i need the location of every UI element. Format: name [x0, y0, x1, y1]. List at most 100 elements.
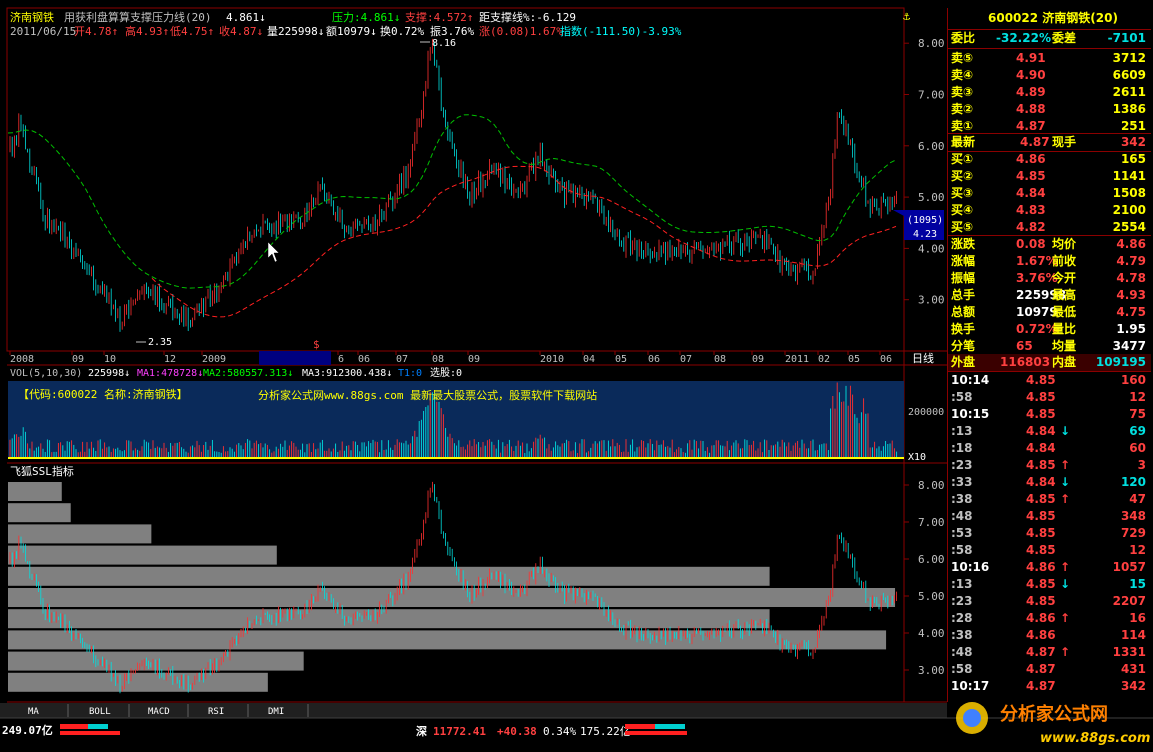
tab-ma[interactable]: MA	[28, 707, 39, 717]
index-pct: 0.34%	[543, 725, 576, 738]
time-tick: 05	[615, 354, 627, 365]
ssl-title: 飞狐SSL指标	[10, 464, 74, 478]
ssl-axis-tick: 7.00	[918, 516, 945, 529]
time-tick: 2010	[540, 354, 564, 365]
ssl-bar	[8, 545, 277, 565]
distance-value: 距支撑线%:-6.129	[479, 10, 576, 24]
tick-row: :53 4.85 729	[951, 526, 1146, 540]
tick-row: :38 4.86 114	[951, 628, 1146, 642]
tab-boll[interactable]: BOLL	[89, 707, 111, 717]
stat-row: 总额 10979 最低 4.75	[951, 305, 1146, 319]
time-tick: 12	[164, 354, 176, 365]
tick-row: 10:16 4.86 ↑ 1057	[951, 560, 1146, 574]
tick-row: :28 4.86 ↑ 16	[951, 611, 1146, 625]
code-label: 【代码:600022 名称:济南钢铁】	[18, 387, 188, 401]
price-tick: 3.00	[918, 294, 945, 307]
time-tick: 09	[468, 354, 480, 365]
bar-turnover: 换0.72%	[380, 24, 424, 38]
bar-volume: 量225998↓	[267, 25, 324, 38]
ssl-axis-tick: 8.00	[918, 479, 945, 492]
anchor-icon[interactable]: ⚓	[903, 9, 911, 23]
time-tick: 06	[880, 354, 892, 365]
vol-label: VOL(5,10,30)	[10, 368, 82, 379]
bar-amount: 额10979↓	[326, 25, 377, 38]
tick-row: :48 4.87 ↑ 1331	[951, 645, 1146, 659]
ask-row: 卖③ 4.89 2611	[951, 85, 1146, 99]
ssl-bar	[8, 482, 62, 501]
tick-row: :58 4.85 12	[951, 390, 1146, 404]
vol-value: 225998↓	[88, 368, 130, 379]
time-tick: 05	[848, 354, 860, 365]
ask-row: 卖⑤ 4.91 3712	[951, 51, 1146, 65]
ssl-bar	[8, 651, 304, 671]
tick-row: :18 4.84 60	[951, 441, 1146, 455]
bar-high: 高4.93↑	[125, 24, 169, 38]
index-value: 11772.41	[433, 725, 486, 738]
vol-select: 选股:0	[430, 366, 462, 379]
time-tick: 08	[432, 354, 444, 365]
ask-row: 卖④ 4.90 6609	[951, 68, 1146, 82]
time-tick: 2011	[785, 354, 809, 365]
tab-macd[interactable]: MACD	[148, 707, 170, 717]
index-name: 深	[416, 724, 427, 738]
stat-row: 涨跌 0.08 均价 4.86	[951, 237, 1146, 251]
price-tick: 7.00	[918, 89, 945, 102]
ssl-bar	[8, 630, 887, 650]
bar-amplitude: 振3.76%	[430, 24, 474, 38]
vol-ma2: MA2:580557.313↓	[203, 368, 293, 379]
ask-row: 卖② 4.88 1386	[951, 102, 1146, 116]
ssl-axis-tick: 3.00	[918, 664, 945, 677]
bar-date: 2011/06/15	[10, 25, 76, 38]
stat-row: 换手 0.72% 量比 1.95	[951, 322, 1146, 336]
quote-title: 600022 济南钢铁(20)	[988, 11, 1118, 25]
vol-ma1: MA1:478728↓	[137, 368, 203, 379]
period-label[interactable]: 日线	[912, 351, 934, 365]
bid-row: 买④ 4.83 2100	[951, 203, 1146, 217]
ssl-bar	[8, 672, 268, 692]
time-tick: 07	[680, 354, 692, 365]
stock-name: 济南钢铁	[10, 10, 54, 24]
ad-text: 分析家公式网www.88gs.com 最新最大股票公式，股票软件下载网站	[258, 388, 597, 402]
bid-row: 买③ 4.84 1508	[951, 186, 1146, 200]
vol-ma3: MA3:912300.438↓	[302, 368, 392, 379]
low-annotation: 2.35	[148, 337, 172, 348]
time-tick: 07	[396, 354, 408, 365]
stat-row: 总手 225998 最高 4.93	[951, 288, 1146, 302]
ssl-bar	[8, 609, 770, 629]
bar-close: 收4.87↓	[219, 24, 263, 38]
outer-inner-row: 外盘 116803 内盘 109195	[948, 354, 1151, 371]
bid-row: 买⑤ 4.82 2554	[951, 220, 1146, 234]
stat-row: 涨幅 1.67% 前收 4.79	[951, 254, 1146, 268]
status-amount: 175.22亿	[580, 725, 631, 738]
time-tick: 08	[714, 354, 726, 365]
bid-row: 买② 4.85 1141	[951, 169, 1146, 183]
time-tick: 09	[72, 354, 84, 365]
time-tick: 09	[752, 354, 764, 365]
bar-open: 开4.78↑	[74, 25, 118, 38]
status-left: 249.07亿	[2, 723, 53, 737]
tick-row: :13 4.85 ↓ 15	[951, 577, 1146, 591]
tab-dmi[interactable]: DMI	[268, 707, 284, 717]
tick-row: :23 4.85 2207	[951, 594, 1146, 608]
time-tick: 10	[104, 354, 116, 365]
vol-axis-value: 200000	[908, 407, 944, 418]
ssl-bar	[8, 588, 896, 607]
tick-row: :48 4.85 348	[951, 509, 1146, 523]
time-tick: 02	[818, 354, 830, 365]
stat-row: 分笔 65 均量 3477	[951, 339, 1146, 353]
bar-index: 指数(-111.50)-3.93%	[560, 24, 682, 38]
tick-row: 10:15 4.85 75	[951, 407, 1146, 421]
tick-row: 10:14 4.85 160	[951, 373, 1146, 387]
marker-dollar: $	[313, 338, 320, 351]
time-tick: 2009	[202, 354, 226, 365]
tick-row: :23 4.85 ↑ 3	[951, 458, 1146, 472]
bar-low: 低4.75↑	[170, 25, 214, 38]
price-tick: 8.00	[918, 37, 945, 50]
index-change: +40.38	[497, 725, 537, 738]
tab-rsi[interactable]: RSI	[208, 707, 224, 717]
ssl-bar	[8, 524, 152, 544]
ssl-bar	[8, 566, 770, 586]
tick-row: :58 4.85 12	[951, 543, 1146, 557]
tick-row: :58 4.87 431	[951, 662, 1146, 676]
stat-row: 振幅 3.76% 今开 4.78	[951, 271, 1146, 285]
